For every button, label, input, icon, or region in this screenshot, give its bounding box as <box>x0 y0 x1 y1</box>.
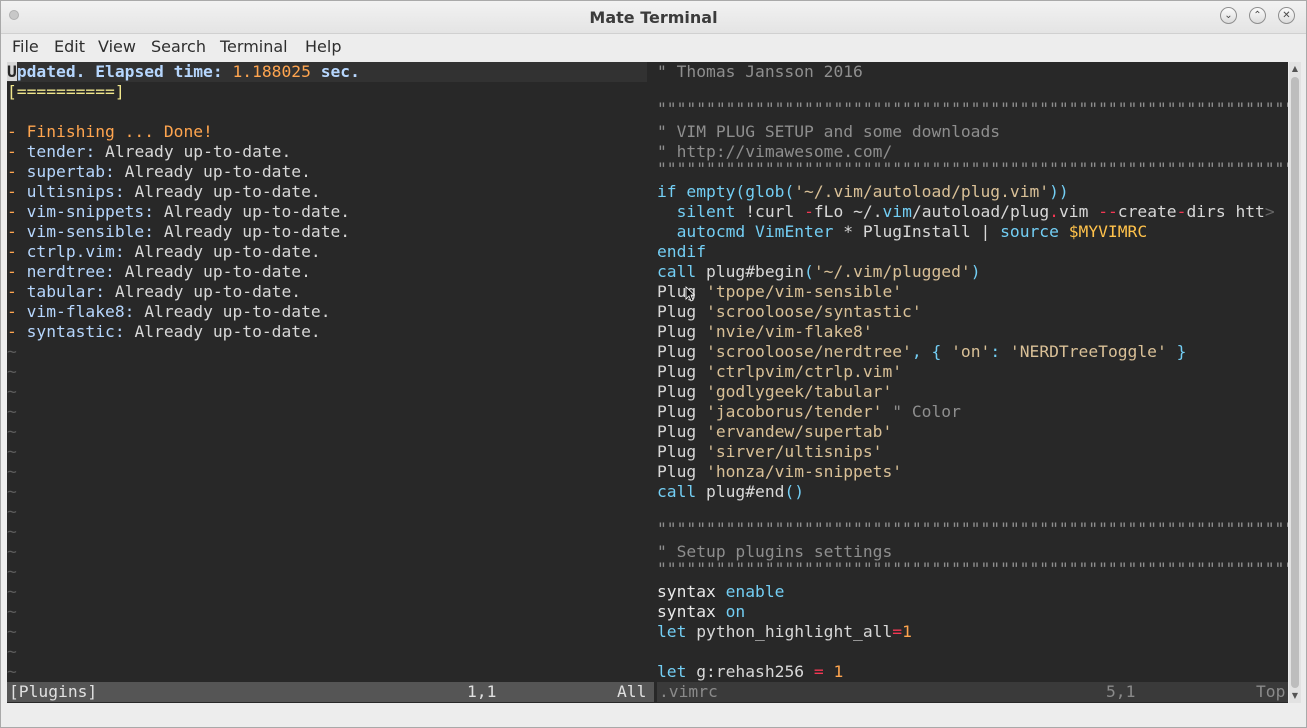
update-summary-line: Updated. Elapsed time: 1.188025 sec. <box>7 62 360 81</box>
code-line: syntax on <box>657 602 746 621</box>
menu-edit[interactable]: Edit <box>54 37 85 56</box>
plugin-status-row: - vim-flake8: Already up-to-date. <box>7 302 331 321</box>
scrollbar-thumb[interactable] <box>1291 77 1299 688</box>
cursor-position: 1,1 <box>467 682 497 701</box>
empty-line-tilde: ~ <box>7 382 17 401</box>
plugin-status-row: - vim-snippets: Already up-to-date. <box>7 202 351 221</box>
empty-line-tilde: ~ <box>7 422 17 441</box>
menu-file[interactable]: File <box>12 37 39 56</box>
empty-line-tilde: ~ <box>7 482 17 501</box>
code-line: " VIM PLUG SETUP and some downloads <box>657 122 1001 141</box>
empty-line-tilde: ~ <box>7 402 17 421</box>
menu-search[interactable]: Search <box>151 37 206 56</box>
plug-line: Plug 'ervandew/supertab' <box>657 422 893 441</box>
menu-help[interactable]: Help <box>305 37 341 56</box>
empty-line-tilde: ~ <box>7 502 17 521</box>
finishing-line: - Finishing ... Done! <box>7 122 213 141</box>
plug-line: Plug 'sirver/ultisnips' <box>657 442 883 461</box>
plug-line: Plug 'godlygeek/tabular' <box>657 382 893 401</box>
cursor-position: 5,1 <box>1106 682 1136 701</box>
plug-line: Plug 'jacoborus/tender' " Color <box>657 402 961 421</box>
plugin-status-row: - vim-sensible: Already up-to-date. <box>7 222 351 241</box>
code-line: silent !curl -fLo ~/.vim/autoload/plug.v… <box>657 202 1275 221</box>
code-line: " Thomas Jansson 2016 <box>657 62 863 81</box>
line-truncated-marker: > <box>1264 202 1275 221</box>
scroll-position: All <box>617 682 647 701</box>
code-line: call plug#end() <box>657 482 805 501</box>
plugin-status-row: - tabular: Already up-to-date. <box>7 282 302 301</box>
minimize-button[interactable]: ⌄ <box>1220 7 1237 24</box>
menu-terminal[interactable]: Terminal <box>220 37 288 56</box>
empty-line-tilde: ~ <box>7 442 17 461</box>
empty-line-tilde: ~ <box>7 362 17 381</box>
buffer-name: .vimrc <box>659 682 718 701</box>
scroll-position: Top <box>1256 682 1286 701</box>
vimrc-pane[interactable]: " Thomas Jansson 2016 """"""""""""""""""… <box>657 62 1288 703</box>
empty-line-tilde: ~ <box>7 642 17 661</box>
plug-line: Plug 'scrooloose/syntastic' <box>657 302 922 321</box>
menu-view[interactable]: View <box>98 37 136 56</box>
empty-line-tilde: ~ <box>7 622 17 641</box>
plugin-status-row: - syntastic: Already up-to-date. <box>7 322 321 341</box>
comment-rule: """"""""""""""""""""""""""""""""""""""""… <box>657 522 1288 536</box>
text-cursor: U <box>7 62 17 81</box>
empty-line-tilde: ~ <box>7 562 17 581</box>
empty-line-tilde: ~ <box>7 662 17 681</box>
scroll-down-arrow-icon[interactable]: ▼ <box>1289 689 1301 703</box>
progress-bar-text: [==========] <box>7 82 125 101</box>
plug-line: Plug 'scrooloose/nerdtree', { 'on': 'NER… <box>657 342 1187 361</box>
plugins-pane[interactable]: Updated. Elapsed time: 1.188025 sec. [==… <box>7 62 647 703</box>
code-line: let g:rehash256 = 1 <box>657 662 844 681</box>
code-line: endif <box>657 242 707 261</box>
window-title: Mate Terminal <box>589 8 718 27</box>
empty-line-tilde: ~ <box>7 602 17 621</box>
plug-line: Plug 'ctrlpvim/ctrlp.vim' <box>657 362 903 381</box>
comment-rule: """"""""""""""""""""""""""""""""""""""""… <box>657 162 1288 176</box>
plugins-statusline: [Plugins] 1,1 All <box>7 682 654 702</box>
terminal-window: Mate Terminal ⌄ ⌃ ✕ File Edit View Searc… <box>0 0 1307 728</box>
plugin-status-row: - ultisnips: Already up-to-date. <box>7 182 321 201</box>
plug-line: Plug 'honza/vim-snippets' <box>657 462 903 481</box>
buffer-name: [Plugins] <box>9 682 98 701</box>
code-line: autocmd VimEnter * PlugInstall | source … <box>657 222 1148 241</box>
plugin-status-row: - nerdtree: Already up-to-date. <box>7 262 311 281</box>
plugin-status-row: - supertab: Already up-to-date. <box>7 162 311 181</box>
scroll-up-arrow-icon[interactable]: ▲ <box>1289 62 1301 76</box>
empty-line-tilde: ~ <box>7 542 17 561</box>
code-line: " Setup plugins settings <box>657 542 893 561</box>
terminal-area[interactable]: Updated. Elapsed time: 1.188025 sec. [==… <box>7 62 1288 703</box>
maximize-button[interactable]: ⌃ <box>1249 7 1266 24</box>
vimrc-statusline: .vimrc 5,1 Top <box>657 682 1288 702</box>
code-line: " http://vimawesome.com/ <box>657 142 893 161</box>
empty-line-tilde: ~ <box>7 342 17 361</box>
empty-line-tilde: ~ <box>7 582 17 601</box>
close-button[interactable]: ✕ <box>1278 7 1295 24</box>
plugin-status-row: - ctrlp.vim: Already up-to-date. <box>7 242 321 261</box>
title-bar[interactable]: Mate Terminal ⌄ ⌃ ✕ <box>1 1 1306 34</box>
code-line: syntax enable <box>657 582 785 601</box>
empty-line-tilde: ~ <box>7 522 17 541</box>
empty-line-tilde: ~ <box>7 462 17 481</box>
plug-line: Plug 'nvie/vim-flake8' <box>657 322 873 341</box>
plugin-status-row: - tender: Already up-to-date. <box>7 142 292 161</box>
code-line: let python_highlight_all=1 <box>657 622 912 641</box>
comment-rule: """"""""""""""""""""""""""""""""""""""""… <box>657 102 1288 116</box>
comment-rule: """"""""""""""""""""""""""""""""""""""""… <box>657 562 1288 576</box>
code-line: call plug#begin('~/.vim/plugged') <box>657 262 981 281</box>
mouse-pointer-icon <box>685 286 695 302</box>
menu-bar: File Edit View Search Terminal Help <box>1 34 1306 60</box>
code-line: if empty(glob('~/.vim/autoload/plug.vim'… <box>657 182 1069 201</box>
